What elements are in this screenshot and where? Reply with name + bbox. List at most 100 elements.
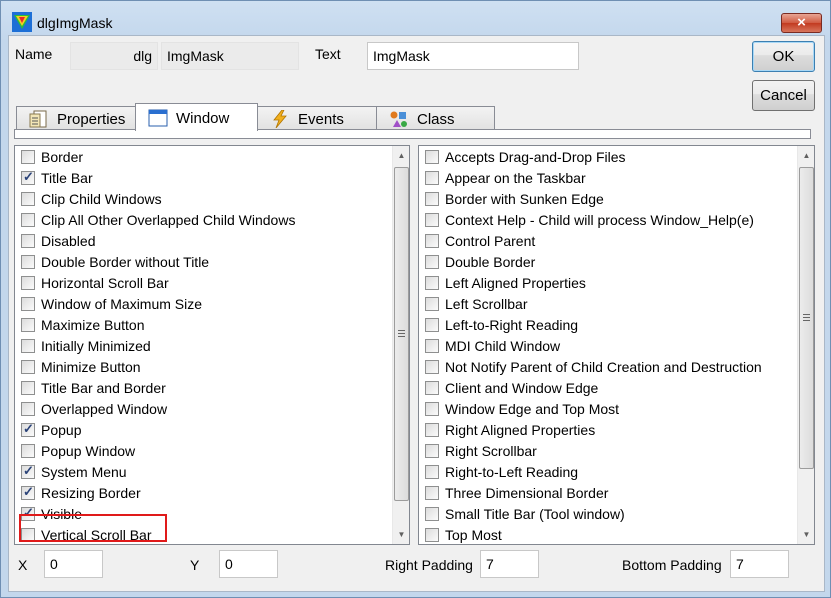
list-item[interactable]: Context Help - Child will process Window… bbox=[419, 210, 814, 231]
checkbox[interactable] bbox=[425, 192, 439, 206]
close-button[interactable]: × bbox=[781, 13, 822, 33]
window-styles-list[interactable]: Vertical Scroll Bar ✓ Visible ✓ Resizing Bor… bbox=[14, 145, 410, 545]
title-bar[interactable]: dlgImgMask × bbox=[1, 1, 830, 35]
checkbox[interactable]: ✓ bbox=[21, 484, 35, 500]
checkbox[interactable]: ✓ bbox=[21, 169, 35, 185]
list-item[interactable]: Left-to-Right Reading bbox=[419, 315, 814, 336]
y-field[interactable]: 0 bbox=[219, 550, 278, 578]
list-item[interactable]: Control Parent bbox=[419, 231, 814, 252]
list-item[interactable]: Left Scrollbar bbox=[419, 294, 814, 315]
checkbox[interactable] bbox=[425, 318, 439, 332]
list-item[interactable]: Maximize Button bbox=[15, 315, 409, 336]
checkbox[interactable] bbox=[21, 276, 35, 290]
list-item[interactable]: Clip Child Windows bbox=[15, 189, 409, 210]
checkbox[interactable] bbox=[425, 150, 439, 164]
checkbox[interactable] bbox=[425, 297, 439, 311]
checkbox[interactable] bbox=[21, 528, 35, 542]
checkbox[interactable] bbox=[425, 402, 439, 416]
list-item[interactable]: Initially Minimized bbox=[15, 336, 409, 357]
checkbox[interactable] bbox=[21, 339, 35, 353]
list-item[interactable]: Left Aligned Properties bbox=[419, 273, 814, 294]
list-item[interactable]: Border with Sunken Edge bbox=[419, 189, 814, 210]
list-item[interactable]: Small Title Bar (Tool window) bbox=[419, 504, 814, 525]
checkbox[interactable] bbox=[21, 234, 35, 248]
checkbox[interactable] bbox=[425, 465, 439, 479]
checkbox[interactable] bbox=[21, 381, 35, 395]
checkbox[interactable] bbox=[21, 444, 35, 458]
list-item[interactable]: Double Border bbox=[419, 252, 814, 273]
list-item[interactable]: Window Edge and Top Most bbox=[419, 399, 814, 420]
list-item[interactable]: Popup Window bbox=[15, 441, 409, 462]
list-item[interactable]: Horizontal Scroll Bar bbox=[15, 273, 409, 294]
list-item[interactable]: Minimize Button bbox=[15, 357, 409, 378]
x-field[interactable]: 0 bbox=[44, 550, 103, 578]
list-item[interactable]: MDI Child Window bbox=[419, 336, 814, 357]
list-item[interactable]: Right Scrollbar bbox=[419, 441, 814, 462]
checkbox[interactable] bbox=[21, 318, 35, 332]
checkbox[interactable] bbox=[425, 171, 439, 185]
checkbox[interactable] bbox=[21, 192, 35, 206]
list-item[interactable]: Overlapped Window bbox=[15, 399, 409, 420]
list-item[interactable]: Disabled bbox=[15, 231, 409, 252]
checkbox[interactable] bbox=[425, 486, 439, 500]
extended-styles-list[interactable]: Top Most Small Title Bar (Tool window) Thr… bbox=[418, 145, 815, 545]
checkbox[interactable] bbox=[21, 255, 35, 269]
list-item[interactable]: Not Notify Parent of Child Creation and … bbox=[419, 357, 814, 378]
right-padding-field[interactable]: 7 bbox=[480, 550, 539, 578]
list-item[interactable]: Right Aligned Properties bbox=[419, 420, 814, 441]
name-field[interactable]: ImgMask bbox=[161, 42, 299, 70]
checkbox[interactable] bbox=[425, 255, 439, 269]
list-item[interactable]: Vertical Scroll Bar bbox=[15, 525, 409, 544]
checkbox[interactable] bbox=[21, 297, 35, 311]
list-item[interactable]: Right-to-Left Reading bbox=[419, 462, 814, 483]
checkbox[interactable]: ✓ bbox=[21, 463, 35, 479]
text-field[interactable]: ImgMask bbox=[367, 42, 579, 70]
scroll-up-icon[interactable]: ▲ bbox=[798, 147, 814, 164]
list-item[interactable]: Top Most bbox=[419, 525, 814, 544]
checkbox[interactable] bbox=[425, 339, 439, 353]
list-item[interactable]: Window of Maximum Size bbox=[15, 294, 409, 315]
tab-class[interactable]: Class bbox=[376, 106, 495, 130]
list-item[interactable]: ✓ Visible bbox=[15, 504, 409, 525]
list-item[interactable]: ✓ System Menu bbox=[15, 462, 409, 483]
checkbox[interactable] bbox=[21, 150, 35, 164]
checkbox[interactable] bbox=[425, 276, 439, 290]
list-item[interactable]: Clip All Other Overlapped Child Windows bbox=[15, 210, 409, 231]
scroll-down-icon[interactable]: ▼ bbox=[393, 526, 409, 543]
checkbox[interactable] bbox=[425, 507, 439, 521]
checkbox[interactable] bbox=[425, 528, 439, 542]
list-item[interactable]: Title Bar and Border bbox=[15, 378, 409, 399]
scroll-up-icon[interactable]: ▲ bbox=[393, 147, 409, 164]
checkbox[interactable]: ✓ bbox=[21, 505, 35, 521]
list-item[interactable]: ✓ Title Bar bbox=[15, 168, 409, 189]
left-list-scrollbar[interactable]: ▲ ▼ bbox=[392, 146, 409, 544]
checkbox[interactable] bbox=[21, 213, 35, 227]
list-item[interactable]: Double Border without Title bbox=[15, 252, 409, 273]
cancel-button[interactable]: Cancel bbox=[752, 80, 815, 111]
checkbox[interactable] bbox=[425, 423, 439, 437]
tab-window[interactable]: Window bbox=[135, 103, 258, 131]
checkbox[interactable] bbox=[21, 360, 35, 374]
right-list-scrollbar[interactable]: ▲ ▼ bbox=[797, 146, 814, 544]
tab-events[interactable]: Events bbox=[257, 106, 377, 130]
checkbox[interactable]: ✓ bbox=[21, 421, 35, 437]
tab-properties[interactable]: Properties bbox=[16, 106, 136, 130]
list-item[interactable]: Three Dimensional Border bbox=[419, 483, 814, 504]
bottom-padding-field[interactable]: 7 bbox=[730, 550, 789, 578]
list-item[interactable]: Appear on the Taskbar bbox=[419, 168, 814, 189]
list-item[interactable]: Accepts Drag-and-Drop Files bbox=[419, 147, 814, 168]
scroll-thumb[interactable] bbox=[799, 167, 814, 469]
checkbox[interactable] bbox=[425, 234, 439, 248]
list-item[interactable]: Border bbox=[15, 147, 409, 168]
checkbox[interactable] bbox=[425, 381, 439, 395]
list-item[interactable]: Client and Window Edge bbox=[419, 378, 814, 399]
checkbox[interactable] bbox=[425, 213, 439, 227]
list-item[interactable]: ✓ Popup bbox=[15, 420, 409, 441]
scroll-thumb[interactable] bbox=[394, 167, 409, 501]
scroll-down-icon[interactable]: ▼ bbox=[798, 526, 814, 543]
checkbox[interactable] bbox=[21, 402, 35, 416]
ok-button[interactable]: OK bbox=[752, 41, 815, 72]
list-item[interactable]: ✓ Resizing Border bbox=[15, 483, 409, 504]
checkbox[interactable] bbox=[425, 444, 439, 458]
checkbox[interactable] bbox=[425, 360, 439, 374]
